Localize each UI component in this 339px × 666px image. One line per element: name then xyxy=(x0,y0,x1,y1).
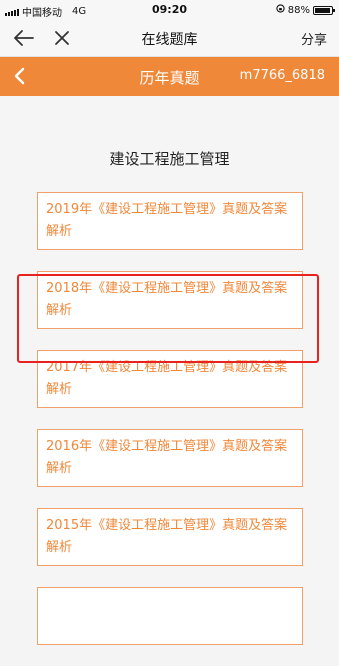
exam-item-partial[interactable] xyxy=(37,587,303,645)
page-title: 在线题库 xyxy=(141,32,198,48)
exam-item-2017[interactable]: 2017年《建设工程施工管理》真题及答案解析 xyxy=(37,350,303,408)
orange-header: 历年真题 m7766_6818 xyxy=(0,57,339,96)
share-button[interactable]: 分享 xyxy=(301,29,327,48)
exam-item-2019[interactable]: 2019年《建设工程施工管理》真题及答案解析 xyxy=(37,192,303,250)
content-area: 建设工程施工管理 2019年《建设工程施工管理》真题及答案解析 2018年《建设… xyxy=(0,96,339,645)
exam-item-2015[interactable]: 2015年《建设工程施工管理》真题及答案解析 xyxy=(37,508,303,566)
battery-percent: 88% xyxy=(287,4,310,16)
section-title: 建设工程施工管理 xyxy=(109,150,230,168)
rotation-lock-icon xyxy=(276,4,285,16)
browser-nav-bar: 在线题库 分享 xyxy=(0,20,339,57)
exam-item-2018[interactable]: 2018年《建设工程施工管理》真题及答案解析 xyxy=(37,271,303,329)
battery-icon xyxy=(313,5,335,15)
exam-item-2016[interactable]: 2016年《建设工程施工管理》真题及答案解析 xyxy=(37,429,303,487)
header-code: m7766_6818 xyxy=(239,68,325,83)
exam-list: 2019年《建设工程施工管理》真题及答案解析 2018年《建设工程施工管理》真题… xyxy=(37,192,303,666)
status-right: 88% xyxy=(276,4,335,16)
status-bar: 中国移动 4G 09:20 88% xyxy=(0,0,339,20)
